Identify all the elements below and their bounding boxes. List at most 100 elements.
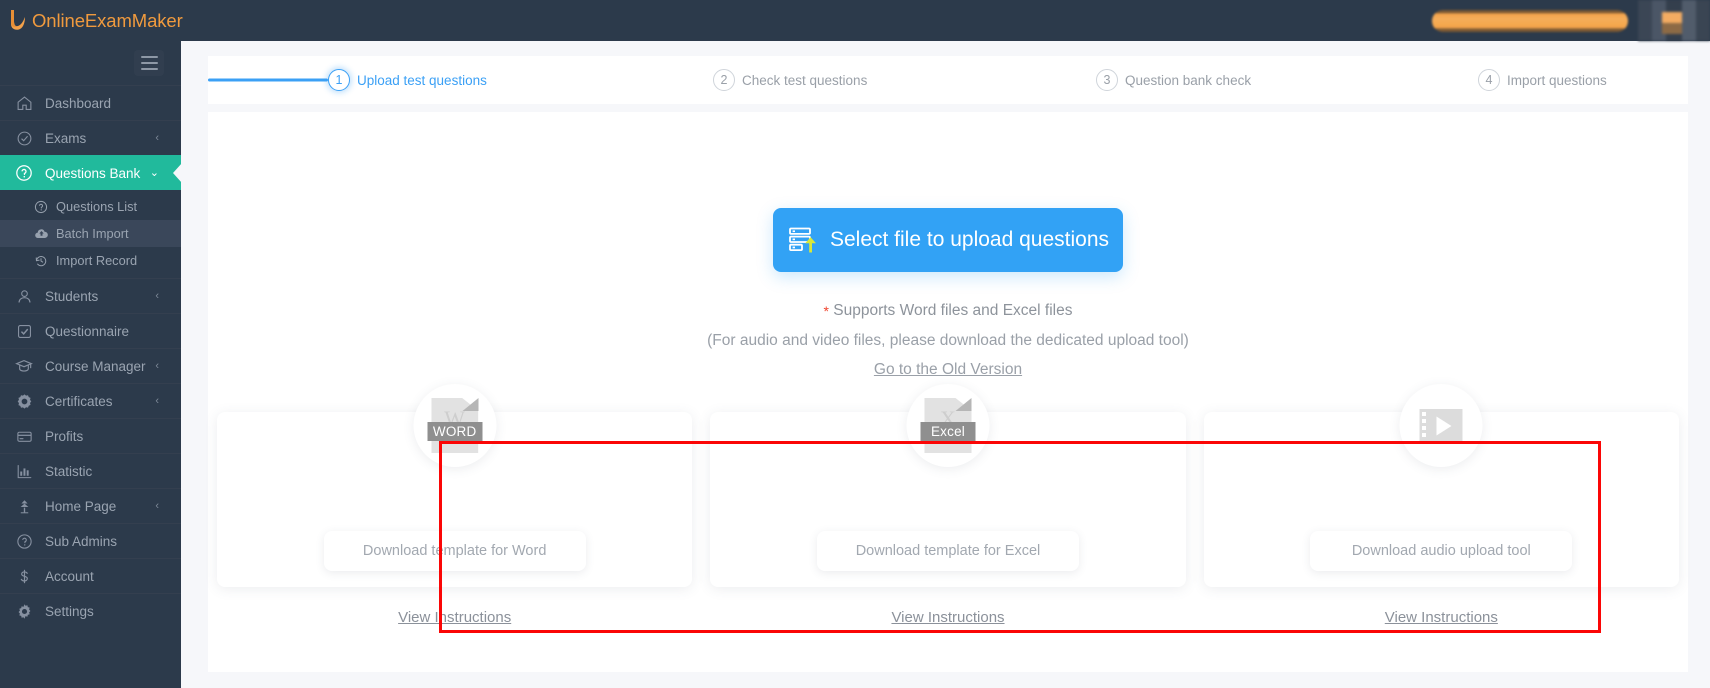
sidebar-item-label: Students: [45, 288, 99, 304]
sidebar-item-statistic[interactable]: Statistic: [0, 453, 181, 488]
bar-chart-icon: [14, 461, 34, 481]
select-file-upload-button[interactable]: Select file to upload questions: [773, 208, 1123, 272]
file-upload-icon: [787, 225, 817, 255]
chevron-left-icon: ‹: [155, 394, 159, 407]
onlineexammaker-logo-icon: [8, 9, 30, 33]
step-label: Check test questions: [742, 72, 868, 88]
template-cards-row: W WORD Download template for Word X Exce…: [208, 384, 1688, 587]
old-version-note: Go to the Old Version: [208, 361, 1688, 379]
sidebar-subitem-label: Import Record: [56, 253, 138, 268]
sidebar-subitem-import-record[interactable]: Import Record: [0, 247, 181, 274]
sidebar-item-sub-admins[interactable]: Sub Admins: [0, 523, 181, 558]
stepper-step-2[interactable]: 2 Check test questions: [713, 69, 867, 91]
stepper-step-4[interactable]: 4 Import questions: [1478, 69, 1607, 91]
view-instructions-row: View Instructions View Instructions View…: [208, 609, 1688, 627]
redacted-account-pill[interactable]: [1432, 9, 1628, 32]
sidebar-subitem-batch-import[interactable]: Batch Import: [0, 220, 181, 247]
sidebar-subitem-label: Questions List: [56, 199, 138, 214]
sidebar-item-certificates[interactable]: Certificates ‹: [0, 383, 181, 418]
step-number: 1: [328, 69, 350, 91]
history-icon: [33, 253, 49, 269]
upload-panel: Select file to upload questions * Suppor…: [208, 112, 1688, 672]
chevron-left-icon: ‹: [155, 499, 159, 512]
sidebar-item-label: Sub Admins: [45, 533, 118, 549]
sidebar-item-label: Course Manager: [45, 358, 146, 374]
main-content: 1 Upload test questions 2 Check test que…: [181, 41, 1710, 688]
question-circle-icon: [14, 163, 34, 183]
hamburger-icon[interactable]: [134, 50, 164, 76]
step-number: 4: [1478, 69, 1500, 91]
check-circle-icon: [14, 128, 34, 148]
chevron-down-icon: ⌄: [149, 166, 159, 179]
brand-name: OnlineExamMaker: [32, 9, 183, 31]
step-label: Question bank check: [1125, 72, 1252, 88]
sidebar-item-label: Home Page: [45, 498, 117, 514]
sidebar-item-dashboard[interactable]: Dashboard: [0, 85, 181, 120]
sidebar-item-profits[interactable]: Profits: [0, 418, 181, 453]
instructions-cell-word: View Instructions: [217, 609, 692, 627]
submenu-questions-bank: Questions List Batch Import Import Recor…: [0, 190, 181, 278]
sidebar-item-label: Profits: [45, 428, 84, 444]
view-instructions-link-audio[interactable]: View Instructions: [1385, 609, 1498, 626]
dollar-icon: [14, 566, 34, 586]
sidebar-item-students[interactable]: Students ‹: [0, 278, 181, 313]
question-circle-icon: [33, 199, 49, 215]
sidebar-item-home-page[interactable]: Home Page ‹: [0, 488, 181, 523]
download-audio-upload-tool-button[interactable]: Download audio upload tool: [1310, 531, 1573, 571]
sidebar-item-settings[interactable]: Settings: [0, 593, 181, 628]
sidebar-item-label: Account: [45, 568, 94, 584]
sidebar-subitem-questions-list[interactable]: Questions List: [0, 193, 181, 220]
cloud-upload-icon: [33, 226, 49, 242]
home-icon: [14, 93, 34, 113]
card-icon: [14, 426, 34, 446]
go-to-old-version-link[interactable]: Go to the Old Version: [874, 361, 1022, 378]
upload-button-label: Select file to upload questions: [829, 228, 1110, 251]
sidebar-item-course-manager[interactable]: Course Manager ‹: [0, 348, 181, 383]
chevron-left-icon: ‹: [155, 359, 159, 372]
excel-icon-circle: X Excel: [906, 384, 990, 467]
stepper-step-1[interactable]: 1 Upload test questions: [328, 69, 487, 91]
redacted-avatar-block[interactable]: [1638, 0, 1710, 41]
user-icon: [14, 286, 34, 306]
sidebar-item-account[interactable]: Account: [0, 558, 181, 593]
chevron-left-icon: ‹: [155, 131, 159, 144]
sidebar-item-questionnaire[interactable]: Questionnaire: [0, 313, 181, 348]
chevron-left-icon: ‹: [155, 289, 159, 302]
sidebar-item-questions-bank[interactable]: Questions Bank ⌄: [0, 155, 181, 190]
download-excel-template-button[interactable]: Download template for Excel: [816, 531, 1079, 571]
excel-file-icon: X Excel: [920, 398, 976, 453]
audio-video-note: (For audio and video files, please downl…: [707, 332, 1189, 349]
stepper-step-3[interactable]: 3 Question bank check: [1096, 69, 1251, 91]
step-number: 3: [1096, 69, 1118, 91]
stepper-progress-line: [208, 78, 328, 82]
step-label: Import questions: [1507, 72, 1607, 88]
sidebar: Dashboard Exams ‹ Questions Bank ⌄ Quest…: [0, 41, 181, 688]
word-icon-circle: W WORD: [413, 384, 497, 467]
sidebar-item-exams[interactable]: Exams ‹: [0, 120, 181, 155]
brand-logo-group[interactable]: OnlineExamMaker: [0, 0, 183, 41]
view-instructions-link-excel[interactable]: View Instructions: [891, 609, 1004, 626]
video-file-icon: [1418, 406, 1465, 446]
instructions-cell-audio: View Instructions: [1204, 609, 1679, 627]
sidebar-subitem-label: Batch Import: [56, 226, 129, 241]
sidebar-item-label: Statistic: [45, 463, 93, 479]
step-number: 2: [713, 69, 735, 91]
sidebar-item-label: Questionnaire: [45, 323, 130, 339]
template-card-audio: Download audio upload tool: [1203, 384, 1679, 587]
sidebar-item-label: Questions Bank: [45, 165, 141, 181]
download-word-template-button[interactable]: Download template for Word: [323, 531, 586, 571]
instructions-cell-excel: View Instructions: [710, 609, 1185, 627]
step-label: Upload test questions: [357, 72, 487, 88]
top-bar: OnlineExamMaker: [0, 0, 1710, 41]
checkbox-icon: [14, 321, 34, 341]
sidebar-item-label: Dashboard: [45, 95, 112, 111]
gear-icon: [14, 601, 34, 621]
sidebar-item-label: Settings: [45, 603, 94, 619]
template-card-word: W WORD Download template for Word: [217, 384, 693, 587]
word-icon-band: WORD: [427, 422, 483, 441]
badge-icon: [14, 391, 34, 411]
supports-note-text: Supports Word files and Excel files: [828, 302, 1073, 319]
template-card-excel: X Excel Download template for Excel: [710, 384, 1186, 587]
view-instructions-link-word[interactable]: View Instructions: [398, 609, 511, 626]
graduation-cap-icon: [14, 356, 34, 376]
